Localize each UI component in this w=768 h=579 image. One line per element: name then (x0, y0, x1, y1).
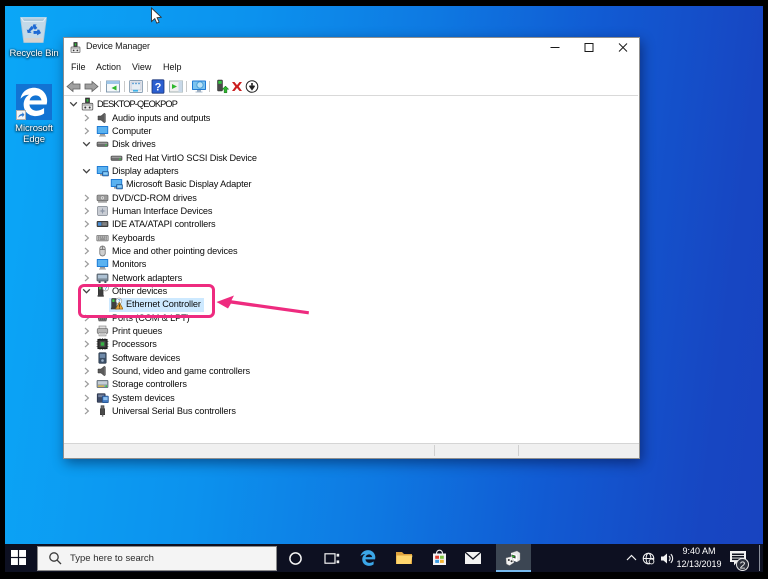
svg-text:2: 2 (740, 559, 746, 571)
svg-text:?: ? (155, 82, 162, 94)
